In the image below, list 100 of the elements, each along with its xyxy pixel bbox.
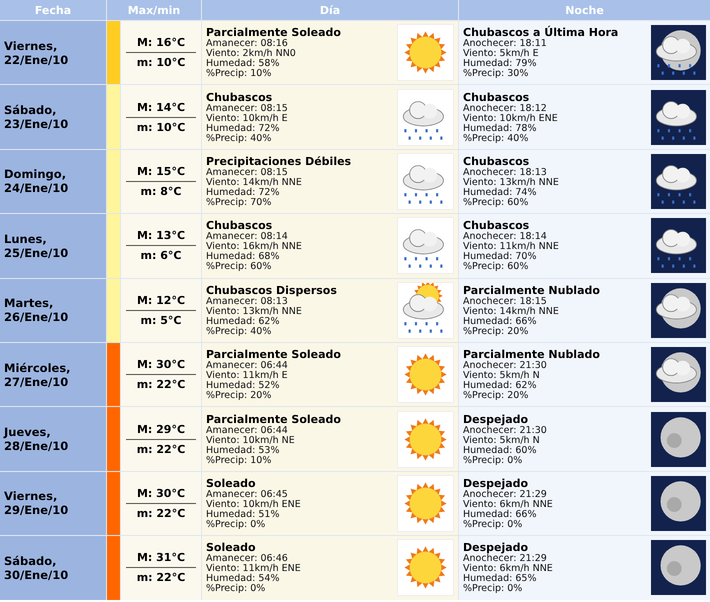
moon-rain-cloud-icon xyxy=(651,25,706,80)
sun-icon xyxy=(397,539,454,596)
weather-detail: Viento: 6km/h NNE xyxy=(463,500,553,510)
day-condition: Parcialmente Soleado xyxy=(206,26,341,40)
sun-icon xyxy=(397,474,454,532)
min-temperature: m: 22°C xyxy=(136,377,186,394)
moon-icon xyxy=(651,412,706,467)
weather-detail: Viento: 10km/h NE xyxy=(206,436,296,446)
weather-detail: Amanecer: 08:13 xyxy=(206,296,288,307)
max-temperature: M: 30°C xyxy=(126,484,196,504)
weather-detail: Anochecer: 21:29 xyxy=(463,554,547,564)
sun-rain-cloud-icon xyxy=(397,282,454,339)
night-condition: Chubascos xyxy=(463,219,530,232)
weather-detail: %Precip: 0% xyxy=(206,584,266,594)
day-condition: Parcialmente Soleado xyxy=(206,412,341,426)
weather-detail: Amanecer: 06:45 xyxy=(206,490,289,500)
column-header: Fecha xyxy=(0,0,106,20)
weather-detail: Humedad: 62% xyxy=(463,381,538,392)
weather-detail: Viento: 11km/h ENE xyxy=(206,564,301,574)
weather-detail: Humedad: 72% xyxy=(206,188,280,198)
weather-detail: Humedad: 52% xyxy=(206,381,280,392)
day-condition: Parcialmente Soleado xyxy=(206,348,341,362)
min-temperature: m: 22°C xyxy=(136,570,186,586)
weather-detail: %Precip: 40% xyxy=(206,134,272,144)
weather-detail: Humedad: 62% xyxy=(206,316,280,327)
weather-detail: Humedad: 66% xyxy=(463,316,538,327)
min-temperature: m: 22°C xyxy=(136,506,186,522)
rain-cloud-icon xyxy=(651,90,706,145)
weather-detail: Humedad: 51% xyxy=(206,510,280,520)
min-temperature: m: 22°C xyxy=(136,442,186,458)
min-temperature: m: 5°C xyxy=(140,312,182,329)
moon-cloud-icon xyxy=(651,282,706,338)
weather-detail: Anochecer: 18:12 xyxy=(463,104,548,114)
rain-cloud-icon xyxy=(651,218,706,274)
weather-detail: Anochecer: 21:30 xyxy=(463,361,548,372)
weather-detail: Viento: 14km/h NNE xyxy=(463,306,560,317)
weather-detail: %Precip: 60% xyxy=(463,198,530,208)
weather-detail: Humedad: 74% xyxy=(463,188,538,198)
weather-detail: %Precip: 30% xyxy=(463,69,530,80)
date-cell: Jueves, 28/Ene/10 xyxy=(0,407,106,471)
weather-detail: Humedad: 60% xyxy=(463,446,538,456)
min-temperature: m: 10°C xyxy=(136,120,186,136)
max-temperature: M: 14°C xyxy=(126,98,196,118)
night-condition: Despejado xyxy=(463,412,530,426)
date-cell: Viernes, 29/Ene/10 xyxy=(0,472,106,536)
day-condition: Soleado xyxy=(206,541,256,554)
date-cell: Lunes, 25/Ene/10 xyxy=(0,214,106,278)
weather-detail: Viento: 11km/h E xyxy=(206,371,289,382)
weather-detail: Viento: 14km/h NNE xyxy=(206,178,303,188)
weather-detail: Humedad: 54% xyxy=(206,574,280,584)
date-cell: Sábado, 30/Ene/10 xyxy=(0,536,106,600)
column-header: Max/min xyxy=(107,0,201,20)
weather-detail: %Precip: 0% xyxy=(463,520,524,530)
moon-icon xyxy=(651,476,706,531)
moon-icon xyxy=(651,540,706,596)
max-temperature: M: 30°C xyxy=(126,355,196,376)
night-condition: Parcialmente Nublado xyxy=(463,348,600,362)
weather-detail: Humedad: 66% xyxy=(463,510,538,520)
night-condition: Despejado xyxy=(463,476,530,490)
date-cell: Domingo, 24/Ene/10 xyxy=(0,150,106,214)
max-temperature: M: 15°C xyxy=(126,162,196,182)
weather-detail: Humedad: 58% xyxy=(206,59,280,70)
weather-detail: Anochecer: 18:15 xyxy=(463,296,548,307)
weather-detail: Viento: 10km/h ENE xyxy=(463,114,558,124)
weather-detail: %Precip: 60% xyxy=(206,262,272,272)
weather-detail: %Precip: 20% xyxy=(463,391,530,402)
weather-detail: Viento: 13km/h NNE xyxy=(206,306,303,317)
weather-detail: %Precip: 20% xyxy=(463,326,530,337)
weather-detail: Humedad: 53% xyxy=(206,446,280,456)
weather-detail: Humedad: 70% xyxy=(463,252,538,262)
weather-detail: Anochecer: 18:11 xyxy=(463,39,548,50)
min-temperature: m: 10°C xyxy=(136,55,186,72)
day-condition: Chubascos Dispersos xyxy=(206,284,337,297)
sun-icon xyxy=(397,24,454,82)
weather-detail: Humedad: 68% xyxy=(206,252,280,262)
weather-detail: %Precip: 10% xyxy=(206,456,272,466)
max-temperature: M: 12°C xyxy=(126,290,196,311)
moon-cloud-icon xyxy=(651,347,706,402)
weather-detail: Humedad: 72% xyxy=(206,124,280,134)
day-condition: Precipitaciones Débiles xyxy=(206,154,352,168)
weather-detail: Anochecer: 18:14 xyxy=(463,232,547,242)
weather-detail: Viento: 2km/h NN0 xyxy=(206,49,297,60)
weather-detail: Viento: 10km/h E xyxy=(206,114,288,124)
rain-cloud-icon xyxy=(397,152,454,210)
weather-detail: Amanecer: 08:15 xyxy=(206,168,288,178)
column-header: Día xyxy=(202,0,458,20)
weather-detail: %Precip: 60% xyxy=(463,262,530,272)
weather-detail: Anochecer: 18:13 xyxy=(463,168,548,178)
night-condition: Despejado xyxy=(463,541,528,554)
weather-detail: Viento: 11km/h NNE xyxy=(463,242,559,252)
night-condition: Chubascos xyxy=(463,154,530,168)
date-cell: Martes, 26/Ene/10 xyxy=(0,278,106,342)
date-cell: Viernes, 22/Ene/10 xyxy=(0,21,106,84)
weather-detail: Viento: 13km/h NNE xyxy=(463,178,559,188)
weather-detail: Amanecer: 06:46 xyxy=(206,554,288,564)
night-condition: Parcialmente Nublado xyxy=(463,284,600,297)
sun-icon xyxy=(397,410,454,468)
weather-detail: Amanecer: 08:14 xyxy=(206,232,288,242)
day-condition: Chubascos xyxy=(206,219,272,232)
weather-detail: %Precip: 70% xyxy=(206,198,272,208)
